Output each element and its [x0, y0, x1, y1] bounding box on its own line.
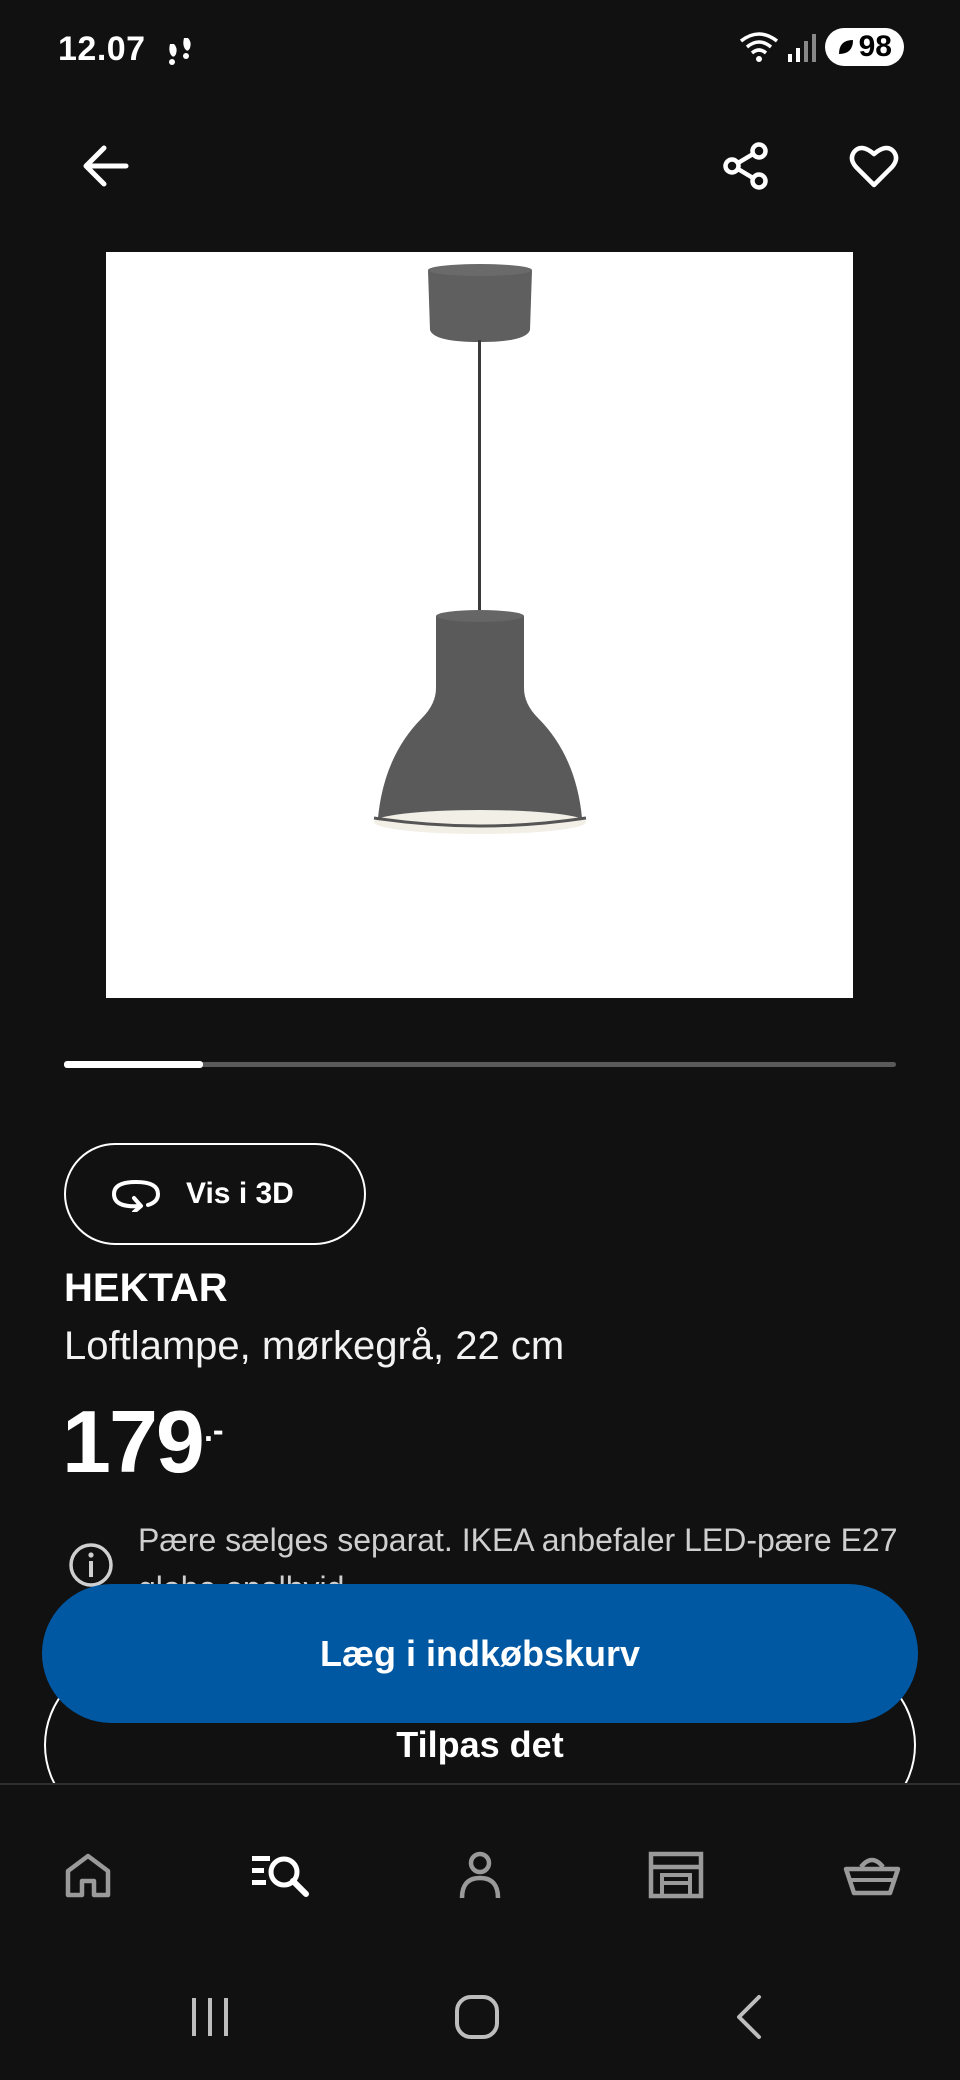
search-list-icon [252, 1856, 309, 1897]
home-circle-icon [455, 1995, 499, 2039]
wifi-icon [739, 32, 778, 62]
home-system-button[interactable] [437, 1977, 517, 2057]
share-icon [723, 142, 768, 190]
battery-indicator: 98 [824, 28, 904, 66]
recent-apps-icon [192, 1998, 228, 2036]
nav-home[interactable] [48, 1835, 128, 1915]
nav-search[interactable] [242, 1835, 322, 1915]
heart-icon [849, 145, 899, 188]
product-description: Loftlampe, mørkegrå, 22 cm [64, 1324, 565, 1368]
product-price: 179 [62, 1392, 205, 1491]
view-in-3d-button[interactable]: Vis i 3D [64, 1143, 366, 1245]
carousel-progress [64, 1061, 203, 1068]
basket-icon [843, 1857, 901, 1896]
back-system-button[interactable] [708, 1977, 788, 2057]
home-icon [65, 1853, 111, 1898]
nav-basket[interactable] [832, 1835, 912, 1915]
nav-profile[interactable] [440, 1835, 520, 1915]
nav-store[interactable] [636, 1835, 716, 1915]
status-indicators: 98 [739, 28, 904, 66]
notification-icon [168, 38, 191, 66]
rotate-3d-icon [111, 1179, 161, 1212]
status-time: 12.07 [58, 30, 194, 69]
arrow-left-icon [83, 145, 129, 187]
store-icon [648, 1851, 704, 1899]
bottom-navigation [0, 1783, 960, 1939]
back-chevron-icon [737, 1995, 761, 2039]
add-to-cart-button[interactable]: Læg i indkøbskurv [42, 1584, 918, 1723]
product-brand: HEKTAR [64, 1266, 228, 1310]
pendant-lamp-image [373, 264, 587, 834]
profile-icon [459, 1851, 501, 1899]
battery-saver-icon [838, 40, 853, 54]
view-in-3d-label: Vis i 3D [186, 1177, 294, 1210]
share-button[interactable] [706, 126, 786, 206]
system-navigation [0, 1937, 960, 2080]
price-suffix: .- [204, 1412, 224, 1448]
product-image[interactable] [106, 252, 853, 998]
signal-icon [787, 34, 816, 62]
back-button[interactable] [66, 126, 146, 206]
recent-apps-button[interactable] [170, 1977, 250, 2057]
add-to-cart-label: Læg i indkøbskurv [319, 1632, 641, 1674]
favorite-button[interactable] [834, 126, 914, 206]
